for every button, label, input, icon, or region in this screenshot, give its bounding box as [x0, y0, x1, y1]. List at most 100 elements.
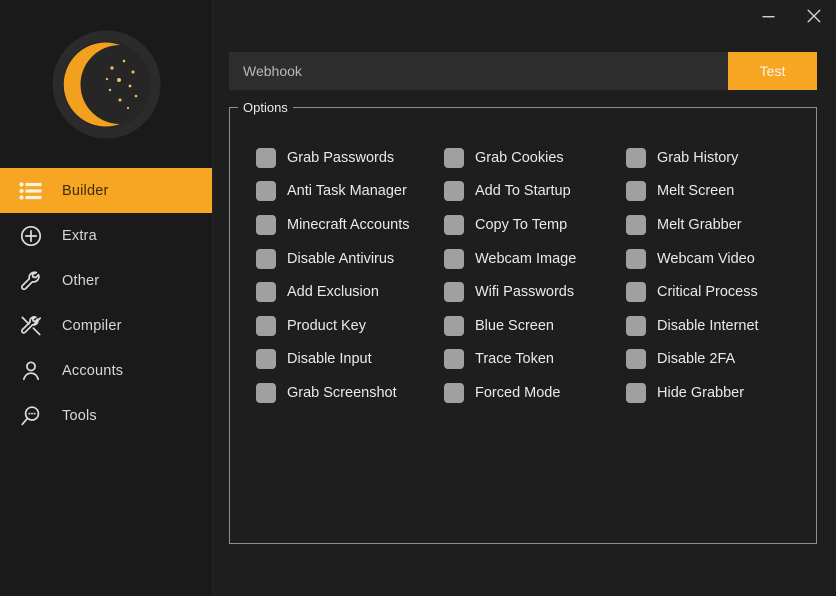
option-label: Webcam Image [475, 250, 577, 267]
checkbox[interactable] [626, 282, 646, 303]
close-icon [807, 9, 820, 23]
checkbox[interactable] [444, 181, 464, 202]
wrench-icon [0, 269, 62, 293]
checkbox[interactable] [444, 382, 464, 403]
option-wifi-passwords[interactable]: Wifi Passwords [444, 275, 626, 309]
minimize-button[interactable] [746, 0, 791, 32]
option-webcam-video[interactable]: Webcam Video [626, 242, 759, 276]
sidebar-item-label: Builder [62, 182, 109, 199]
checkbox[interactable] [256, 282, 276, 303]
option-grab-screenshot[interactable]: Grab Screenshot [256, 376, 444, 410]
checkbox[interactable] [444, 315, 464, 336]
option-forced-mode[interactable]: Forced Mode [444, 376, 626, 410]
checkbox[interactable] [626, 181, 646, 202]
option-label: Wifi Passwords [475, 284, 575, 301]
checkbox[interactable] [444, 248, 464, 269]
sidebar-item-label: Accounts [62, 362, 124, 379]
options-legend: Options [243, 100, 288, 115]
option-label: Melt Screen [657, 183, 735, 200]
option-label: Melt Grabber [657, 216, 742, 233]
sidebar-item-label: Compiler [62, 317, 122, 334]
checkbox[interactable] [256, 349, 276, 370]
checkbox[interactable] [626, 248, 646, 269]
option-copy-to-temp[interactable]: Copy To Temp [444, 208, 626, 242]
checkbox[interactable] [626, 147, 646, 168]
option-disable-input[interactable]: Disable Input [256, 343, 444, 377]
option-anti-task-manager[interactable]: Anti Task Manager [256, 175, 444, 209]
sidebar-item-label: Extra [62, 227, 97, 244]
option-label: Disable Input [287, 351, 372, 368]
checkbox[interactable] [256, 315, 276, 336]
magnifier-icon [0, 404, 62, 428]
sidebar-item-extra[interactable]: Extra [0, 213, 212, 258]
option-hide-grabber[interactable]: Hide Grabber [626, 376, 759, 410]
option-label: Minecraft Accounts [287, 216, 410, 233]
app-window: Builder Extra Other Compiler Accounts To… [0, 0, 836, 596]
option-label: Blue Screen [475, 317, 554, 334]
checkbox[interactable] [444, 147, 464, 168]
logo-container [0, 0, 212, 168]
option-label: Disable 2FA [657, 351, 736, 368]
sidebar-item-other[interactable]: Other [0, 258, 212, 303]
checkbox[interactable] [444, 349, 464, 370]
option-melt-grabber[interactable]: Melt Grabber [626, 208, 759, 242]
option-grab-cookies[interactable]: Grab Cookies [444, 141, 626, 175]
sidebar-item-builder[interactable]: Builder [0, 168, 212, 213]
checkbox[interactable] [256, 382, 276, 403]
option-grab-history[interactable]: Grab History [626, 141, 759, 175]
checkbox[interactable] [626, 214, 646, 235]
checkbox[interactable] [626, 315, 646, 336]
option-blue-screen[interactable]: Blue Screen [444, 309, 626, 343]
option-label: Grab Cookies [475, 149, 564, 166]
option-add-to-startup[interactable]: Add To Startup [444, 175, 626, 209]
checkbox[interactable] [444, 214, 464, 235]
option-grab-passwords[interactable]: Grab Passwords [256, 141, 444, 175]
close-button[interactable] [791, 0, 836, 32]
test-button[interactable]: Test [728, 52, 817, 90]
option-label: Copy To Temp [475, 216, 568, 233]
option-trace-token[interactable]: Trace Token [444, 343, 626, 377]
sidebar-nav: Builder Extra Other Compiler Accounts To… [0, 168, 212, 438]
webhook-toolbar: Test [229, 52, 817, 90]
plus-circle-icon [0, 224, 62, 248]
option-critical-process[interactable]: Critical Process [626, 275, 759, 309]
sidebar-item-label: Tools [62, 407, 97, 424]
option-label: Add To Startup [475, 183, 571, 200]
main-content: Test Options Grab Passwords Grab Cookies… [213, 0, 836, 596]
option-minecraft-accounts[interactable]: Minecraft Accounts [256, 208, 444, 242]
checkbox[interactable] [444, 282, 464, 303]
sidebar-item-label: Other [62, 272, 100, 289]
option-label: Anti Task Manager [287, 183, 407, 200]
sidebar-item-tools[interactable]: Tools [0, 393, 212, 438]
option-add-exclusion[interactable]: Add Exclusion [256, 275, 444, 309]
user-icon [0, 359, 62, 383]
option-disable-internet[interactable]: Disable Internet [626, 309, 759, 343]
option-label: Trace Token [475, 351, 554, 368]
option-label: Product Key [287, 317, 366, 334]
checkbox[interactable] [256, 181, 276, 202]
option-label: Disable Internet [657, 317, 759, 334]
option-disable-antivirus[interactable]: Disable Antivirus [256, 242, 444, 276]
option-label: Disable Antivirus [287, 250, 395, 267]
webhook-input[interactable] [229, 52, 728, 90]
option-label: Grab Screenshot [287, 384, 397, 401]
checkbox[interactable] [256, 147, 276, 168]
option-disable-2fa[interactable]: Disable 2FA [626, 343, 759, 377]
option-product-key[interactable]: Product Key [256, 309, 444, 343]
checkbox[interactable] [256, 248, 276, 269]
option-label: Hide Grabber [657, 384, 745, 401]
crescent-moon-logo [52, 30, 160, 138]
option-melt-screen[interactable]: Melt Screen [626, 175, 759, 209]
checkbox[interactable] [626, 382, 646, 403]
checkbox[interactable] [626, 349, 646, 370]
title-bar [213, 0, 836, 32]
sidebar: Builder Extra Other Compiler Accounts To… [0, 0, 213, 596]
checkbox[interactable] [256, 214, 276, 235]
sidebar-item-accounts[interactable]: Accounts [0, 348, 212, 393]
option-webcam-image[interactable]: Webcam Image [444, 242, 626, 276]
option-label: Webcam Video [657, 250, 755, 267]
option-label: Forced Mode [475, 384, 561, 401]
sidebar-item-compiler[interactable]: Compiler [0, 303, 212, 348]
minimize-icon [762, 15, 775, 17]
options-grid: Grab Passwords Grab Cookies Grab History… [256, 141, 759, 410]
